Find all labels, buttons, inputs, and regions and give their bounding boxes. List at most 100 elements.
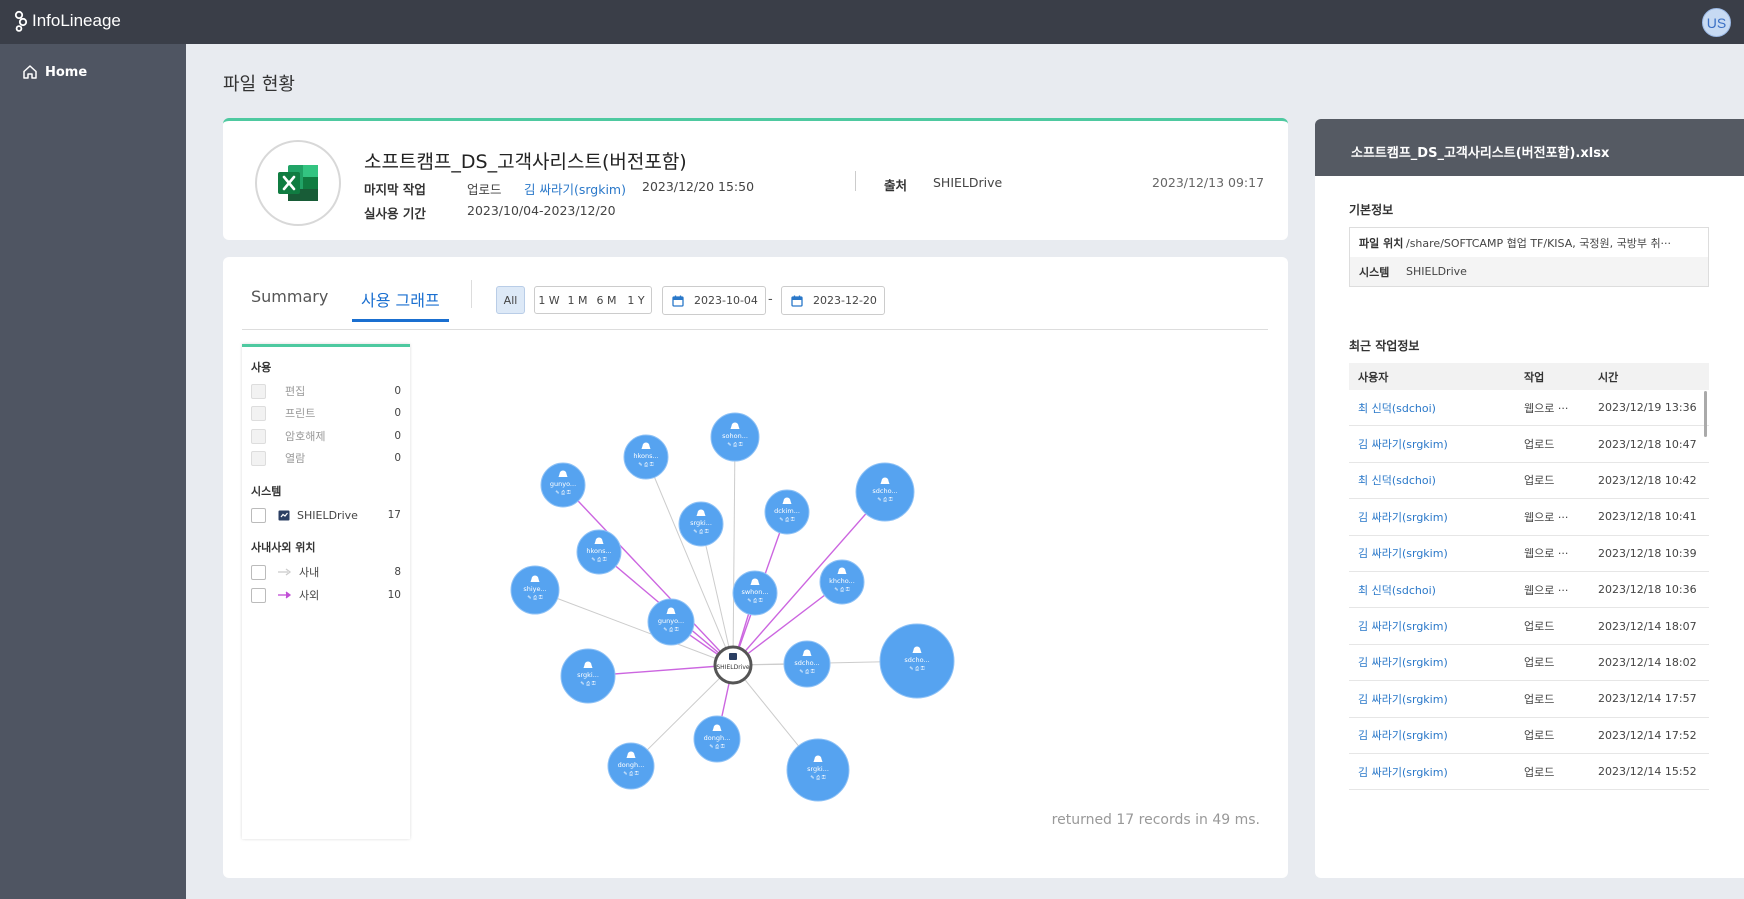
- range-6m-button[interactable]: 6 M: [592, 286, 622, 314]
- user-node[interactable]: dongh... ✎ ⎙ ⚿: [693, 715, 741, 763]
- row-user-link[interactable]: 김 싸라기(srgkim): [1349, 545, 1524, 561]
- tab-usage-graph[interactable]: 사용 그래프: [352, 287, 449, 322]
- system-center-node[interactable]: SHIELDrive: [713, 645, 753, 685]
- filter-decrypt-checkbox[interactable]: [251, 428, 266, 444]
- row-action: 웹으로 ···: [1524, 583, 1569, 597]
- range-all-button[interactable]: All: [496, 286, 525, 314]
- basic-info-title: 기본정보: [1349, 203, 1394, 217]
- filter-internal-checkbox[interactable]: [251, 564, 266, 580]
- row-time: 2023/12/18 10:39: [1598, 546, 1697, 560]
- user-node[interactable]: dongh... ✎ ⎙ ⚿: [607, 742, 655, 790]
- user-node[interactable]: srgki... ✎ ⎙ ⚿: [560, 648, 616, 704]
- table-row[interactable]: 김 싸라기(srgkim) 업로드 2023/12/14 18:02: [1349, 645, 1709, 682]
- row-time: 2023/12/18 10:41: [1598, 510, 1697, 524]
- row-user-link[interactable]: 김 싸라기(srgkim): [1349, 764, 1524, 780]
- table-row[interactable]: 김 싸라기(srgkim) 업로드 2023/12/18 10:47: [1349, 426, 1709, 463]
- filter-view-checkbox[interactable]: [251, 450, 266, 466]
- location-key: 파일 위치: [1359, 236, 1404, 250]
- row-time: 2023/12/14 18:07: [1598, 619, 1697, 633]
- user-node[interactable]: gunyo... ✎ ⎙ ⚿: [540, 462, 586, 508]
- table-row[interactable]: 김 싸라기(srgkim) 업로드 2023/12/14 17:52: [1349, 718, 1709, 754]
- filter-shieldrive-label: SHIELDrive: [297, 508, 358, 522]
- date-from-picker[interactable]: 2023-10-04: [662, 286, 766, 315]
- node-label: gunyo...: [550, 480, 576, 488]
- node-action-icons: ✎ ⎙ ⚿: [663, 627, 678, 633]
- node-action-icons: ✎ ⎙ ⚿: [909, 666, 924, 672]
- tab-divider: [471, 280, 472, 308]
- user-node[interactable]: srgki... ✎ ⎙ ⚿: [678, 501, 724, 547]
- filter-shieldrive: SHIELDrive 17: [251, 507, 401, 523]
- node-label: hkons...: [633, 452, 658, 460]
- table-row[interactable]: 김 싸라기(srgkim) 업로드 2023/12/14 15:52: [1349, 754, 1709, 791]
- user-node[interactable]: gunyo... ✎ ⎙ ⚿: [647, 598, 695, 646]
- row-user-link[interactable]: 최 신덕(sdchoi): [1349, 582, 1524, 598]
- user-node[interactable]: srgki... ✎ ⎙ ⚿: [786, 738, 850, 802]
- user-node[interactable]: sdcho... ✎ ⎙ ⚿: [879, 623, 955, 699]
- node-label: dongh...: [618, 761, 645, 769]
- user-node[interactable]: dckim... ✎ ⎙ ⚿: [764, 489, 810, 535]
- filter-external-checkbox[interactable]: [251, 587, 266, 603]
- page-title: 파일 현황: [223, 74, 295, 95]
- internal-arrow-icon: [278, 568, 292, 576]
- row-user-link[interactable]: 김 싸라기(srgkim): [1349, 436, 1524, 452]
- filter-edit-label: 편집: [285, 385, 306, 398]
- range-1m-button[interactable]: 1 M: [563, 286, 593, 314]
- user-avatar[interactable]: US: [1702, 8, 1731, 37]
- user-node[interactable]: swhon... ✎ ⎙ ⚿: [732, 570, 778, 616]
- file-type-badge: [255, 140, 341, 226]
- meta-divider: [855, 171, 856, 191]
- system-filter-title: 시스템: [251, 485, 282, 498]
- filter-edit: 편집 0: [251, 383, 401, 399]
- table-scrollbar[interactable]: [1704, 391, 1707, 437]
- last-work-action: 업로드: [467, 182, 502, 197]
- filter-decrypt: 암호해제 0: [251, 428, 401, 444]
- table-row[interactable]: 최 신덕(sdchoi) 웹으로 ··· 2023/12/18 10:36: [1349, 572, 1709, 609]
- range-1w-button[interactable]: 1 W: [534, 286, 564, 314]
- user-node[interactable]: sohon... ✎ ⎙ ⚿: [710, 412, 760, 462]
- table-row[interactable]: 김 싸라기(srgkim) 업로드 2023/12/14 18:07: [1349, 608, 1709, 645]
- sidebar-item-home[interactable]: Home: [22, 64, 87, 80]
- row-user-link[interactable]: 최 신덕(sdchoi): [1349, 472, 1524, 488]
- row-action: 업로드: [1524, 620, 1555, 634]
- app-logo[interactable]: InfoLineage: [14, 10, 121, 32]
- location-value: /share/SOFTCAMP 협업 TF/KISA, 국정원, 국방부 취··…: [1406, 236, 1672, 250]
- user-node[interactable]: sdcho... ✎ ⎙ ⚿: [855, 462, 915, 522]
- table-row[interactable]: 김 싸라기(srgkim) 웹으로 ··· 2023/12/18 10:39: [1349, 536, 1709, 572]
- node-action-icons: ✎ ⎙ ⚿: [709, 744, 724, 750]
- calendar-icon: [791, 295, 803, 307]
- shieldrive-icon: [729, 653, 737, 660]
- table-row[interactable]: 김 싸라기(srgkim) 업로드 2023/12/14 17:57: [1349, 681, 1709, 718]
- user-node[interactable]: khcho... ✎ ⎙ ⚿: [819, 559, 865, 605]
- tab-summary[interactable]: Summary: [251, 287, 328, 314]
- user-node[interactable]: hkons... ✎ ⎙ ⚿: [576, 529, 622, 575]
- table-row[interactable]: 최 신덕(sdchoi) 업로드 2023/12/18 10:42: [1349, 463, 1709, 500]
- node-action-icons: ✎ ⎙ ⚿: [727, 442, 742, 448]
- range-1y-button[interactable]: 1 Y: [621, 286, 652, 314]
- node-label: hkons...: [586, 547, 611, 555]
- filter-edit-checkbox[interactable]: [251, 383, 266, 399]
- row-time: 2023/12/19 13:36: [1598, 401, 1697, 415]
- row-user-link[interactable]: 최 신덕(sdchoi): [1349, 400, 1524, 416]
- user-node[interactable]: shiye... ✎ ⎙ ⚿: [510, 565, 560, 615]
- table-row[interactable]: 최 신덕(sdchoi) 웹으로 ··· 2023/12/19 13:36: [1349, 390, 1709, 427]
- recent-work-table: 사용자 작업 시간 최 신덕(sdchoi) 웹으로 ··· 2023/12/19 …: [1349, 363, 1709, 791]
- row-user-link[interactable]: 김 싸라기(srgkim): [1349, 691, 1524, 707]
- filter-decrypt-count: 0: [394, 430, 401, 442]
- file-date: 2023/12/13 09:17: [1152, 175, 1265, 190]
- date-to-picker[interactable]: 2023-12-20: [781, 286, 885, 315]
- row-action: 웹으로 ···: [1524, 547, 1569, 561]
- user-node[interactable]: hkons... ✎ ⎙ ⚿: [623, 434, 669, 480]
- table-row[interactable]: 김 싸라기(srgkim) 웹으로 ··· 2023/12/18 10:41: [1349, 499, 1709, 536]
- filter-panel: 사용 편집 0 프린트 0 암호해제 0 열람 0 시스템 SHIELDrive…: [242, 344, 410, 839]
- row-user-link[interactable]: 김 싸라기(srgkim): [1349, 654, 1524, 670]
- row-user-link[interactable]: 김 싸라기(srgkim): [1349, 509, 1524, 525]
- row-user-link[interactable]: 김 싸라기(srgkim): [1349, 618, 1524, 634]
- filter-print-checkbox[interactable]: [251, 405, 266, 421]
- user-node[interactable]: sdcho... ✎ ⎙ ⚿: [783, 640, 831, 688]
- row-user-link[interactable]: 김 싸라기(srgkim): [1349, 727, 1524, 743]
- usage-graph[interactable]: sohon... ✎ ⎙ ⚿ hkons... ✎ ⎙ ⚿ gunyo... ✎ ⎙ ⚿ s…: [413, 337, 1283, 867]
- filter-external-count: 10: [387, 589, 401, 601]
- table-header: 사용자 작업 시간: [1349, 363, 1709, 390]
- filter-shieldrive-checkbox[interactable]: [251, 507, 266, 523]
- last-work-user-link[interactable]: 김 싸라기(srgkim): [524, 179, 626, 198]
